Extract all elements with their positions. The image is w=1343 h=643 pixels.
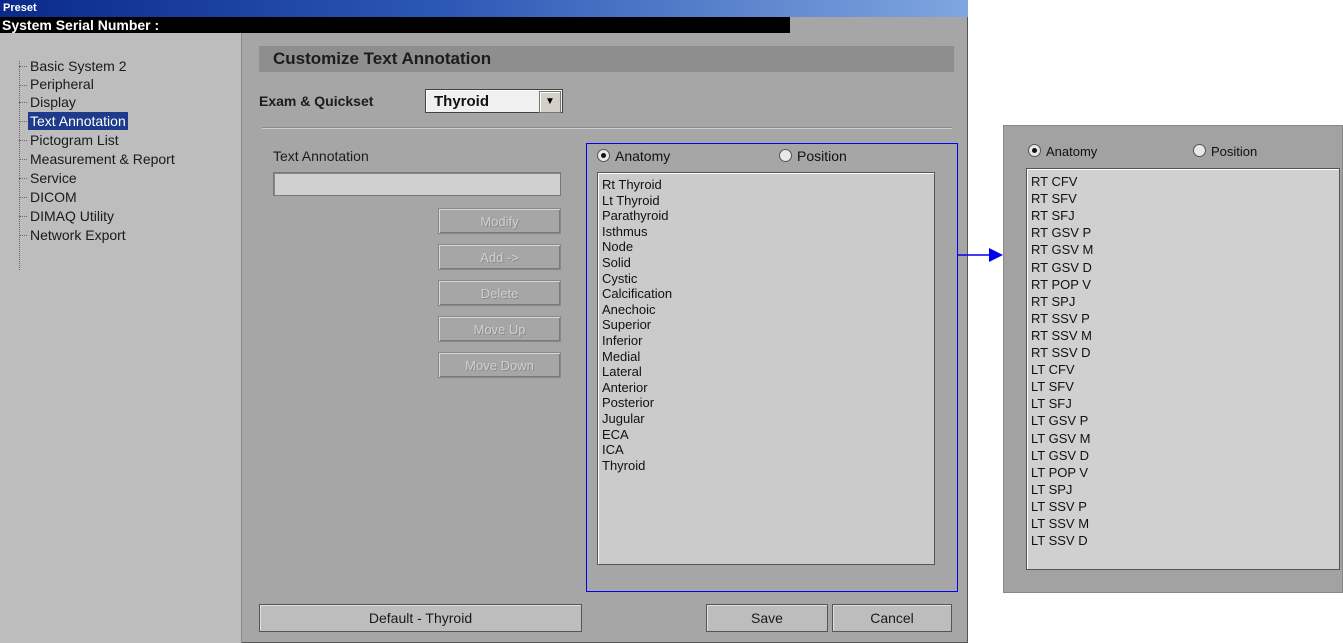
cancel-button[interactable]: Cancel [832,604,952,632]
list-item[interactable]: RT CFV [1031,173,1077,190]
list-item[interactable]: LT CFV [1031,361,1075,378]
list-item[interactable]: LT GSV M [1031,430,1090,447]
default-thyroid-button[interactable]: Default - Thyroid [259,604,582,632]
chevron-down-icon[interactable]: ▼ [539,91,561,113]
sidebar-item-measurement-report[interactable]: Measurement & Report [28,150,177,168]
window-title: Preset [0,0,968,17]
modify-button[interactable]: Modify [438,208,561,234]
callout-arrow-icon [958,248,1003,262]
list-item[interactable]: LT GSV P [1031,412,1088,429]
exam-quickset-value: Thyroid [434,93,489,110]
zoom-position-radio-label: Position [1211,144,1258,159]
list-item[interactable]: RT SFJ [1031,207,1075,224]
divider [262,127,952,129]
tree-branch [19,197,27,198]
list-item[interactable]: RT SSV P [1031,310,1090,327]
tree-branch [19,66,27,67]
list-item[interactable]: LT POP V [1031,464,1088,481]
page-title: Customize Text Annotation [273,49,492,68]
list-item[interactable]: LT SSV P [1031,498,1087,515]
save-button[interactable]: Save [706,604,828,632]
sidebar-item-dimaq-utility[interactable]: DIMAQ Utility [28,207,116,225]
list-item[interactable]: LT GSV D [1031,447,1089,464]
tree-branch [19,85,27,86]
sidebar-item-network-export[interactable]: Network Export [28,226,128,244]
tree-branch [19,121,27,122]
sidebar-item-basic-system-2[interactable]: Basic System 2 [28,57,128,75]
move-down-button[interactable]: Move Down [438,352,561,378]
list-item[interactable]: RT SSV M [1031,327,1092,344]
text-annotation-input[interactable] [273,172,561,196]
add-button[interactable]: Add -> [438,244,561,270]
list-item[interactable]: LT SSV M [1031,515,1089,532]
zoom-position-radio[interactable]: Position [1193,144,1257,159]
text-annotation-label: Text Annotation [273,148,369,164]
sidebar-item-service[interactable]: Service [28,169,79,187]
list-item[interactable]: RT GSV P [1031,224,1091,241]
list-item[interactable]: RT GSV M [1031,241,1093,258]
settings-tree: Basic System 2 Peripheral Display Text A… [0,33,242,643]
delete-button[interactable]: Delete [438,280,561,306]
radio-unselected-icon [1193,144,1206,157]
tree-branch [19,216,27,217]
list-item[interactable]: RT POP V [1031,276,1091,293]
list-item[interactable]: LT SFJ [1031,395,1072,412]
sidebar-item-dicom[interactable]: DICOM [28,188,79,206]
list-item[interactable]: RT SSV D [1031,344,1090,361]
list-item[interactable]: RT GSV D [1031,259,1092,276]
sidebar-item-display[interactable]: Display [28,93,78,111]
list-item[interactable]: LT SSV D [1031,532,1088,549]
list-item[interactable]: RT SPJ [1031,293,1075,310]
list-item[interactable]: LT SFV [1031,378,1074,395]
tree-branch [19,102,27,103]
zoom-anatomy-radio[interactable]: Anatomy [1028,144,1097,159]
tree-branch [19,178,27,179]
tree-branch [19,235,27,236]
zoom-anatomy-listbox[interactable]: RT CFV RT SFV RT SFJ RT GSV P RT GSV M RT GSV… [1026,168,1340,570]
exam-quickset-label: Exam & Quickset [259,93,374,109]
sidebar-item-peripheral[interactable]: Peripheral [28,75,96,93]
section-heading-bar: Customize Text Annotation [259,46,954,72]
serial-number-label: System Serial Number : [0,17,790,33]
tree-line [19,61,20,270]
list-item[interactable]: RT SFV [1031,190,1077,207]
zoom-anatomy-radio-label: Anatomy [1046,144,1098,159]
tree-branch [19,140,27,141]
exam-quickset-dropdown[interactable]: Thyroid ▼ [425,89,563,113]
move-up-button[interactable]: Move Up [438,316,561,342]
sidebar-item-text-annotation[interactable]: Text Annotation [28,112,128,130]
sidebar-item-pictogram-list[interactable]: Pictogram List [28,131,121,149]
list-item[interactable]: LT SPJ [1031,481,1072,498]
tree-branch [19,159,27,160]
radio-selected-icon [1028,144,1041,157]
highlight-box [586,143,958,592]
